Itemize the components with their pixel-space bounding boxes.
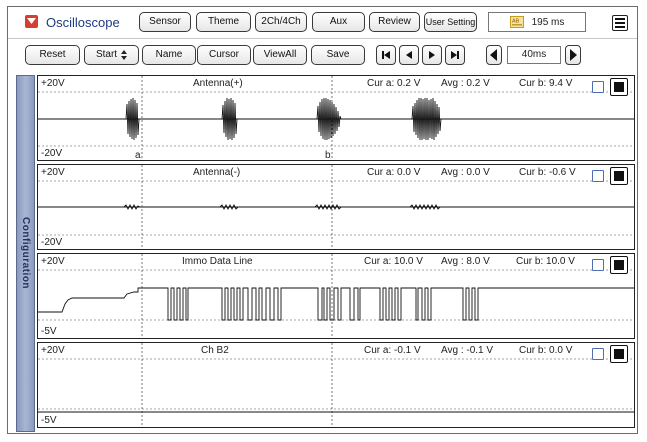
immo-data-trace [38, 287, 634, 321]
theme-button[interactable]: Theme [196, 12, 251, 32]
average-reading: Avg : 8.0 V [441, 256, 490, 267]
aux-button[interactable]: Aux [312, 12, 365, 32]
up-down-chevron-icon [121, 50, 128, 60]
start-label: Start [95, 49, 118, 60]
next-icon[interactable] [422, 45, 442, 65]
cursor-a-reading: Cur a: 0.2 V [367, 78, 421, 89]
top-toolbar: Oscilloscope Sensor Theme 2Ch/4Ch Aux Re… [8, 7, 637, 37]
cursor-a-reading: Cur a: 10.0 V [364, 256, 423, 267]
channel-checkbox[interactable] [592, 259, 604, 271]
svg-text:AB: AB [512, 19, 520, 25]
cursor-button[interactable]: Cursor [197, 45, 251, 65]
cursor-b-reading: Cur b: 0.0 V [519, 345, 573, 356]
channel-immo-data-line: +20V -5V Immo Data Line Cur a: 10.0 V Av… [37, 253, 635, 339]
name-button[interactable]: Name [142, 45, 196, 65]
review-button[interactable]: Review [369, 12, 420, 32]
cursor-b-reading: Cur b: -0.6 V [519, 167, 576, 178]
previous-icon[interactable] [399, 45, 419, 65]
channel-name: Ch B2 [201, 345, 229, 356]
skip-to-end-icon[interactable] [445, 45, 465, 65]
cursor-b-marker[interactable]: b [325, 150, 331, 160]
ab-time-icon: AB [509, 16, 524, 28]
channel-bottom-scale: -20V [41, 237, 63, 248]
time-display: AB 195 ms [488, 12, 586, 32]
oscilloscope-app-icon[interactable] [25, 15, 38, 28]
cursor-a-reading: Cur a: -0.1 V [364, 345, 421, 356]
channel-top-scale: +20V [41, 78, 65, 89]
oscilloscope-window: Oscilloscope Sensor Theme 2Ch/4Ch Aux Re… [7, 6, 638, 434]
sensor-button[interactable]: Sensor [139, 12, 191, 32]
channel-ch-b2: +20V -5V Ch B2 Cur a: -0.1 V Avg : -0.1 … [37, 342, 635, 428]
timebase-value[interactable]: 40ms [507, 46, 561, 64]
channel-color-button[interactable] [610, 345, 628, 363]
channel-checkbox[interactable] [592, 170, 604, 182]
channel-color-button[interactable] [610, 167, 628, 185]
configuration-label: Configuration [20, 217, 31, 290]
start-select[interactable]: Start [84, 45, 139, 65]
cursor-b-reading: Cur b: 9.4 V [519, 78, 573, 89]
timebase-decrease-icon[interactable] [486, 45, 502, 65]
channel-name: Antenna(+) [193, 78, 243, 89]
configuration-panel-tab[interactable]: Configuration [16, 75, 35, 432]
channel-antenna-minus: +20V -20V Antenna(-) Cur a: 0.0 V Avg : … [37, 164, 635, 250]
view-all-button[interactable]: ViewAll [253, 45, 307, 65]
channel-top-scale: +20V [41, 345, 65, 356]
channel-color-button[interactable] [610, 256, 628, 274]
skip-to-start-icon[interactable] [376, 45, 396, 65]
reset-button[interactable]: Reset [25, 45, 80, 65]
hamburger-menu-icon[interactable] [612, 15, 628, 31]
channel-top-scale: +20V [41, 256, 65, 267]
channel-checkbox[interactable] [592, 81, 604, 93]
time-value: 195 ms [531, 16, 565, 28]
channels-toggle-button[interactable]: 2Ch/4Ch [255, 12, 307, 32]
channel-bottom-scale: -5V [41, 415, 57, 426]
channel-checkbox[interactable] [592, 348, 604, 360]
cursor-b-reading: Cur b: 10.0 V [516, 256, 575, 267]
channel-name: Immo Data Line [182, 256, 253, 267]
average-reading: Avg : -0.1 V [441, 345, 494, 356]
channel-antenna-plus: +20V -20V Antenna(+) Cur a: 0.2 V Avg : … [37, 75, 635, 161]
average-reading: Avg : 0.2 V [441, 78, 490, 89]
user-setting-button[interactable]: User Setting [424, 12, 477, 32]
cursor-a-reading: Cur a: 0.0 V [367, 167, 421, 178]
channel-bottom-scale: -5V [41, 326, 57, 337]
average-reading: Avg : 0.0 V [441, 167, 490, 178]
control-toolbar: Reset Start Name Cursor ViewAll Save 40m… [8, 38, 637, 68]
channel-color-button[interactable] [610, 78, 628, 96]
timebase-increase-icon[interactable] [565, 45, 581, 65]
save-button[interactable]: Save [311, 45, 365, 65]
cursor-a-marker[interactable]: a [135, 150, 141, 160]
channel-name: Antenna(-) [193, 167, 241, 178]
channel-bottom-scale: -20V [41, 148, 63, 159]
channel-top-scale: +20V [41, 167, 65, 178]
app-title: Oscilloscope [46, 15, 120, 30]
